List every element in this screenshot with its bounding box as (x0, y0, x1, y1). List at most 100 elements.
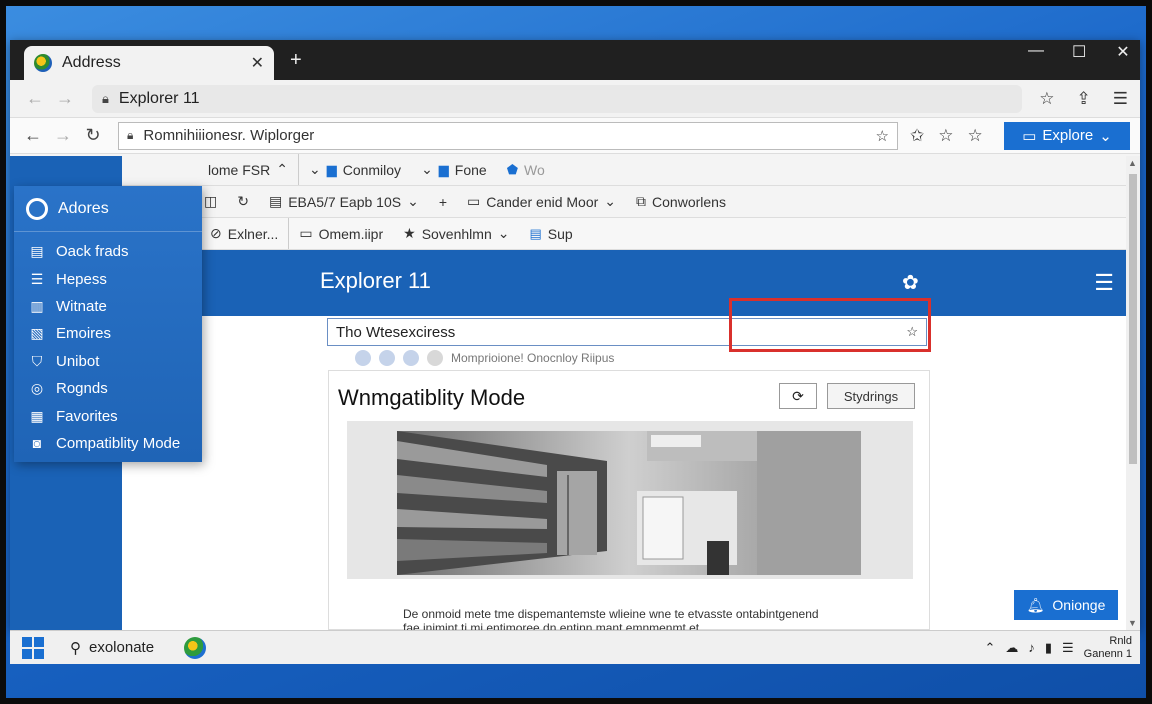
favorites-item-label: Fone (454, 161, 487, 178)
flyout-menu: Adores ▤ Oack frads ☰ Hepess ▥ Witnate ▧ Emo… (14, 186, 202, 462)
location-icon: ◎ (30, 380, 44, 397)
scroll-up-icon[interactable]: ▲ (1128, 158, 1137, 168)
vertical-scrollbar[interactable]: ▲ ▼ (1126, 156, 1140, 630)
address-bar[interactable]: 🔒︎ Romnihiiionesr. Wiplorger ☆ (118, 121, 898, 150)
links-item-3[interactable]: ▤ Sup (519, 218, 582, 249)
scroll-down-icon[interactable]: ▼ (1128, 618, 1137, 628)
taskbar-search-text: exolonate (89, 639, 155, 656)
network-icon[interactable]: ☁ (1005, 640, 1018, 656)
favorites-item-0[interactable]: lome FSR ⌃ (198, 154, 299, 185)
bell-icon: 🔔︎ (1026, 596, 1045, 613)
flyout-list: ▤ Oack frads ☰ Hepess ▥ Witnate ▧ Emoires ⛉ U… (14, 232, 202, 457)
taskbar: ⚲ exolonate ⌃ ☁ ♪ ▮ ☰ Rnld Ganenn 1 (10, 630, 1140, 664)
flyout-item[interactable]: ▤ Oack frads (14, 238, 202, 265)
links-item-2[interactable]: ★ Sovenhlmn ⌄ (393, 218, 519, 249)
scrollbar-thumb[interactable] (1129, 174, 1137, 464)
chevron-down-icon: ⌄ (421, 161, 433, 177)
panel-glyph-icon: ◫ (204, 193, 218, 209)
dot-icon (403, 350, 419, 366)
flyout-item[interactable]: ◙ Compatiblity Mode (14, 430, 202, 457)
card-caption: De onmoid mete tme dispemantemste wliein… (403, 607, 873, 630)
search-icon: ⟳ (792, 387, 804, 404)
shield-icon: ⬟ (506, 161, 519, 177)
favorites-item-2[interactable]: ⌄ ▆ Fone (411, 154, 497, 185)
search-value: Tho Wtesexciress (336, 323, 456, 341)
flyout-item[interactable]: ◎ Rognds (14, 375, 202, 402)
taskbar-search[interactable]: ⚲ exolonate (70, 639, 154, 657)
minimize-button[interactable]: — (1028, 42, 1044, 62)
add-favorite-icon[interactable]: ☆ (876, 127, 889, 145)
browser-app-icon[interactable] (184, 636, 207, 659)
battery-icon[interactable]: ▮ (1045, 640, 1052, 656)
chevron-up-icon: ⌃ (276, 161, 288, 177)
page-title: Explorer 11 (320, 268, 431, 293)
new-tab-button[interactable]: + (290, 49, 302, 72)
links-item-label: Exlner... (227, 225, 279, 242)
flyout-item-label: Favorites (56, 407, 118, 425)
tab-close-icon[interactable]: ✕ (251, 53, 264, 73)
command-item-1[interactable]: ▭ Cander enid Moor ⌄ (457, 186, 626, 217)
maximize-button[interactable]: ☐ (1072, 42, 1086, 62)
back-arrow-icon[interactable]: ← (20, 88, 50, 109)
back-arrow-icon[interactable]: ← (18, 125, 48, 146)
online-button[interactable]: 🔔︎ Onionge (1014, 590, 1118, 620)
online-button-label: Onionge (1052, 597, 1106, 613)
flyout-item[interactable]: ▥ Witnate (14, 293, 202, 320)
refresh-glyph-icon: ↻ (237, 193, 249, 209)
clock-date: Ganenn 1 (1083, 647, 1132, 660)
favorites-center-icon[interactable]: ✩ (910, 126, 924, 146)
card-title: Wnmgatiblity Mode (338, 385, 526, 410)
close-window-button[interactable]: ✕ (1116, 42, 1130, 62)
explore-label: Explore (1042, 127, 1094, 144)
content-card: Wnmgatiblity Mode ⟳ Stydrings De onmoid … (328, 370, 930, 630)
refresh-icon[interactable]: ↻ (227, 186, 259, 217)
favorites-item-1[interactable]: ⌄ ▆ Conmiloy (299, 154, 411, 185)
favorite-star-icon[interactable]: ☆ (1039, 89, 1054, 109)
refresh-icon[interactable]: ↻ (78, 125, 108, 146)
hamburger-menu-icon[interactable]: ☰ (1094, 270, 1114, 296)
favorites-item-3[interactable]: ⬟ Wo (497, 154, 555, 185)
title-bar: Address ✕ + — ☐ ✕ (10, 40, 1140, 80)
links-item-label: Sovenhlmn (421, 225, 492, 242)
page-icon: ▤ (529, 225, 542, 241)
chevron-up-icon[interactable]: ⌃ (984, 640, 995, 656)
command-item-0[interactable]: ▤ EBA5/7 Eapb 10S ⌄ (259, 186, 429, 217)
command-item-2[interactable]: ⧉ Conworlens (626, 186, 736, 217)
notification-icon[interactable]: ☰ (1062, 640, 1074, 656)
share-icon[interactable]: ⇪ (1077, 89, 1091, 109)
tab-address[interactable]: Address ✕ (24, 46, 274, 80)
window-icon: ▭ (467, 193, 481, 209)
clock-time: Rnld (1109, 634, 1132, 647)
explore-button[interactable]: ▭ Explore ⌄ (1004, 121, 1130, 150)
card-settings-button[interactable]: Stydrings (827, 383, 915, 409)
links-item-1[interactable]: ▭ Omem.iipr (289, 218, 393, 249)
volume-icon[interactable]: ♪ (1028, 640, 1035, 655)
start-button[interactable] (22, 636, 44, 659)
gear-icon[interactable]: ✿ (902, 270, 919, 295)
copy-icon: ⧉ (636, 193, 647, 209)
waveform-icon: ▧ (30, 325, 44, 342)
address-bar-top[interactable]: 🔒︎ Explorer 11 (92, 84, 1022, 113)
flyout-item[interactable]: ▦ Favorites (14, 402, 202, 429)
ie-logo-icon (34, 54, 52, 72)
add-icon[interactable]: + (429, 186, 457, 217)
favorites-item-label: Wo (524, 161, 545, 178)
dot-icon (379, 350, 395, 366)
reading-list-icon[interactable]: ☆ (968, 126, 983, 146)
links-item-0[interactable]: ⊘ Exlner... (200, 218, 290, 249)
forward-arrow-icon[interactable]: → (50, 88, 80, 109)
forward-arrow-icon[interactable]: → (48, 125, 78, 146)
star-icon[interactable]: ☆ (938, 126, 953, 146)
address-value: Explorer 11 (118, 89, 200, 107)
menu-icon[interactable]: ☰ (1113, 89, 1128, 109)
flyout-item-label: Emoires (56, 325, 112, 343)
flyout-item[interactable]: ▧ Emoires (14, 320, 202, 347)
flyout-item[interactable]: ⛉ Unibot (14, 348, 202, 375)
lock-icon: 🔒︎ (102, 90, 109, 106)
card-search-button[interactable]: ⟳ (779, 383, 817, 409)
favorites-item-label: Conmiloy (342, 161, 402, 178)
clock[interactable]: Rnld Ganenn 1 (1084, 635, 1132, 661)
window-icon: ▭ (299, 225, 313, 241)
flyout-item[interactable]: ☰ Hepess (14, 265, 202, 292)
flyout-header[interactable]: Adores (14, 186, 202, 232)
